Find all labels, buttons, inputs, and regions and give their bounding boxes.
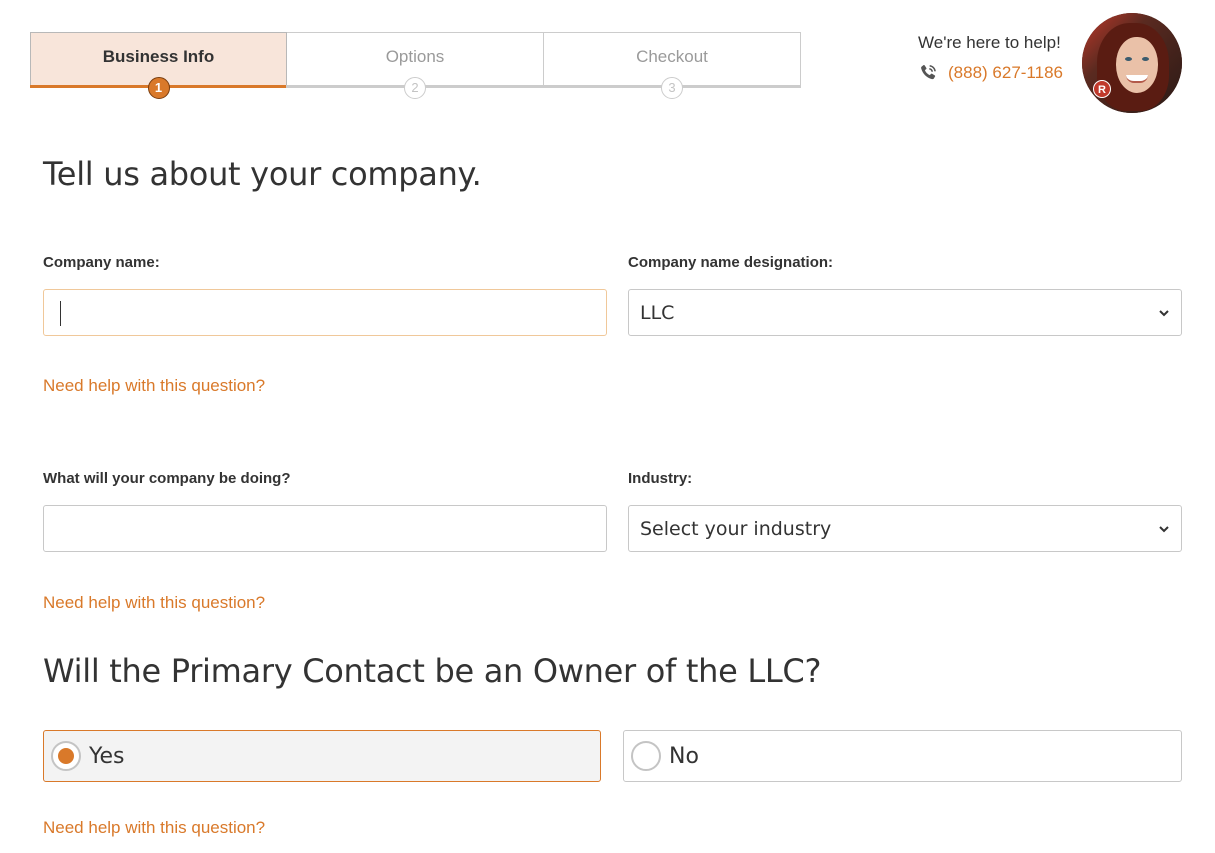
avatar-face xyxy=(1116,37,1158,93)
progress-stepper: Business Info 1 Options 2 Checkout 3 xyxy=(30,32,802,99)
owner-yes-option[interactable]: Yes xyxy=(43,730,601,782)
avatar-eye xyxy=(1125,57,1132,61)
help-link-company-name[interactable]: Need help with this question? xyxy=(43,376,265,396)
support-agent-avatar: R xyxy=(1082,13,1182,113)
avatar-eye xyxy=(1142,57,1149,61)
step-number-badge: 2 xyxy=(404,77,426,99)
owner-no-label: No xyxy=(669,743,699,769)
step-label: Business Info xyxy=(102,47,215,66)
text-cursor xyxy=(60,301,61,326)
step-options[interactable]: Options 2 xyxy=(286,32,544,99)
help-text: We're here to help! xyxy=(918,33,1061,52)
page-title: Tell us about your company. xyxy=(43,155,482,193)
designation-selected-value: LLC xyxy=(640,301,675,324)
chevron-down-icon xyxy=(1159,309,1169,316)
radio-checked-icon[interactable] xyxy=(51,741,81,771)
step-number-badge: 3 xyxy=(661,77,683,99)
owner-question-heading: Will the Primary Contact be an Owner of … xyxy=(43,652,822,690)
chevron-down-icon xyxy=(1159,525,1169,532)
industry-label: Industry: xyxy=(628,470,693,487)
brand-badge-icon: R xyxy=(1093,80,1111,98)
help-link-company-purpose[interactable]: Need help with this question? xyxy=(43,593,265,613)
industry-selected-value: Select your industry xyxy=(640,517,832,540)
step-label: Checkout xyxy=(636,47,708,66)
industry-select[interactable]: Select your industry xyxy=(628,505,1182,552)
help-contact-box: We're here to help! (888) 627-1186 xyxy=(918,33,1088,83)
company-purpose-input[interactable] xyxy=(43,505,607,552)
company-name-input[interactable] xyxy=(43,289,607,336)
phone-row: (888) 627-1186 xyxy=(918,63,1088,83)
designation-select[interactable]: LLC xyxy=(628,289,1182,336)
radio-unchecked-icon[interactable] xyxy=(631,741,661,771)
company-name-label: Company name: xyxy=(43,254,160,271)
phone-icon xyxy=(921,64,936,80)
step-number-badge: 1 xyxy=(147,77,170,99)
designation-label: Company name designation: xyxy=(628,254,834,271)
owner-yes-label: Yes xyxy=(89,743,125,769)
owner-no-option[interactable]: No xyxy=(623,730,1182,782)
help-link-owner[interactable]: Need help with this question? xyxy=(43,818,265,838)
phone-number-link[interactable]: (888) 627-1186 xyxy=(948,63,1063,83)
step-business-info[interactable]: Business Info 1 xyxy=(30,32,287,99)
step-checkout[interactable]: Checkout 3 xyxy=(543,32,801,99)
step-label: Options xyxy=(385,47,445,66)
company-purpose-label: What will your company be doing? xyxy=(43,470,291,487)
